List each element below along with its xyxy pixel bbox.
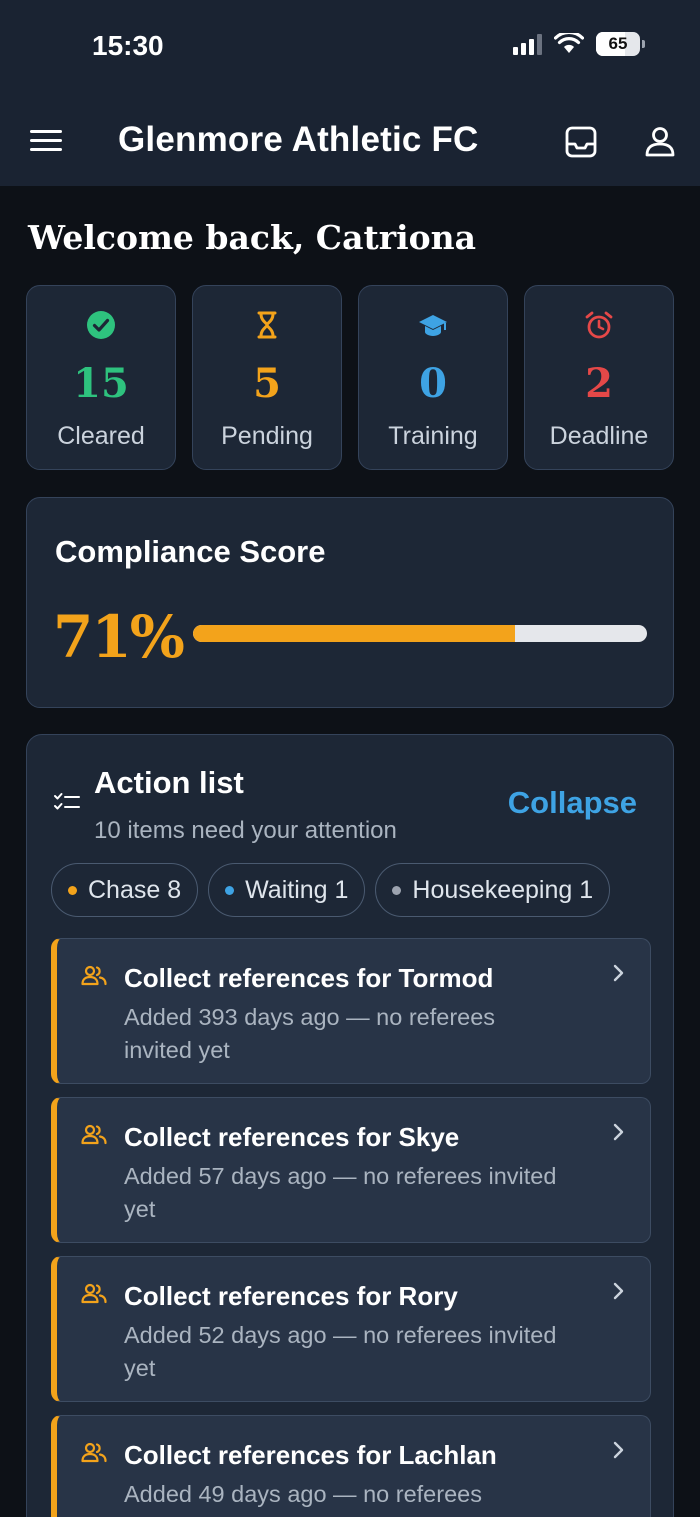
compliance-score-title: Compliance Score <box>55 534 326 569</box>
chip-dot <box>392 885 402 895</box>
page-title: Glenmore Athletic FC <box>118 120 479 159</box>
filter-chips: Chase 8 Waiting 1 Housekeeping 1 <box>51 863 611 917</box>
list-item-title: Collect references for Lachlan <box>124 1440 497 1470</box>
stat-label: Training <box>388 422 478 450</box>
list-item-description: Added 57 days ago — no referees invited … <box>124 1163 557 1222</box>
users-icon <box>81 1283 107 1304</box>
action-list-title: Action list <box>94 765 244 800</box>
chip-label: Chase 8 <box>88 875 182 904</box>
app-header: 15:30 65 Glenmore Athletic FC <box>0 0 700 186</box>
action-list-card: Action list 10 items need your attention… <box>26 734 674 1517</box>
chip-dot <box>225 885 235 895</box>
stat-label: Pending <box>221 422 313 450</box>
compliance-progress-bar <box>193 625 647 642</box>
welcome-heading: Welcome back, Catriona <box>28 218 476 257</box>
list-item-description: Added 49 days ago — no referees invited … <box>124 1481 482 1517</box>
chip-housekeeping[interactable]: Housekeeping 1 <box>375 863 611 917</box>
collapse-button[interactable]: Collapse <box>508 785 637 821</box>
stat-label: Cleared <box>57 422 145 450</box>
list-item-description: Added 393 days ago — no referees invited… <box>124 1004 496 1063</box>
list-item[interactable]: Collect references for Rory Added 52 day… <box>51 1256 651 1402</box>
graduation-cap-icon <box>419 315 447 336</box>
stat-card-deadline[interactable]: 2 Deadline <box>524 285 674 470</box>
cellular-signal-icon <box>513 33 542 55</box>
chip-waiting[interactable]: Waiting 1 <box>208 863 366 917</box>
chip-label: Housekeeping 1 <box>412 875 594 904</box>
list-item[interactable]: Collect references for Skye Added 57 day… <box>51 1097 651 1243</box>
stat-card-pending[interactable]: 5 Pending <box>192 285 342 470</box>
stat-card-training[interactable]: 0 Training <box>358 285 508 470</box>
battery-percent: 65 <box>608 34 628 53</box>
compliance-score-value: 71% <box>53 603 185 671</box>
users-icon <box>81 965 107 986</box>
users-icon <box>81 1442 107 1463</box>
list-item[interactable]: Collect references for Lachlan Added 49 … <box>51 1415 651 1517</box>
chevron-right-icon <box>613 964 624 982</box>
checklist-icon <box>54 793 80 810</box>
stat-value: 2 <box>585 360 613 407</box>
action-list-subtitle: 10 items need your attention <box>94 817 397 844</box>
inbox-icon[interactable] <box>563 124 599 160</box>
list-item-description: Added 52 days ago — no referees invited … <box>124 1322 557 1381</box>
menu-icon[interactable] <box>30 130 62 154</box>
chevron-right-icon <box>613 1441 624 1459</box>
action-items: Collect references for Tormod Added 393 … <box>51 938 651 1517</box>
stat-value: 15 <box>73 360 129 407</box>
stat-card-cleared[interactable]: 15 Cleared <box>26 285 176 470</box>
chevron-right-icon <box>613 1282 624 1300</box>
chip-dot <box>68 885 77 895</box>
users-icon <box>81 1124 107 1145</box>
list-item-title: Collect references for Rory <box>124 1281 458 1311</box>
battery-icon: 65 <box>596 32 645 56</box>
compliance-score-card: Compliance Score 71% <box>26 497 674 708</box>
alarm-clock-icon <box>585 311 613 339</box>
compliance-progress-fill <box>193 625 516 642</box>
wifi-icon <box>554 33 584 53</box>
stat-label: Deadline <box>549 422 649 450</box>
user-icon[interactable] <box>642 124 678 160</box>
list-item-title: Collect references for Skye <box>124 1122 460 1152</box>
hourglass-icon <box>257 311 277 339</box>
stat-value: 5 <box>253 360 281 407</box>
status-icons: 65 <box>513 32 645 56</box>
list-item-title: Collect references for Tormod <box>124 963 494 993</box>
stat-value: 0 <box>419 360 447 407</box>
check-circle-icon <box>87 311 115 339</box>
stats-row: 15 Cleared 5 Pending 0 Training 2 Deadli… <box>26 285 674 470</box>
chevron-right-icon <box>613 1123 624 1141</box>
list-item[interactable]: Collect references for Tormod Added 393 … <box>51 938 651 1084</box>
chip-chase[interactable]: Chase 8 <box>51 863 199 917</box>
status-time: 15:30 <box>92 30 164 61</box>
chip-label: Waiting 1 <box>245 875 349 904</box>
